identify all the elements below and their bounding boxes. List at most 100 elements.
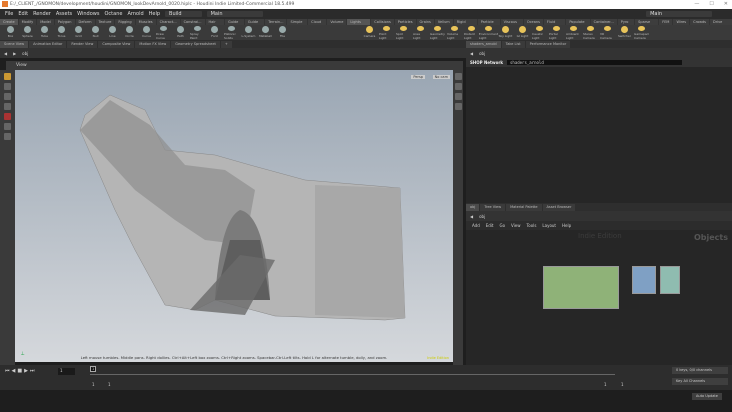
select-tool-icon[interactable] — [4, 73, 11, 80]
shelf-tool[interactable]: Distant Light — [464, 25, 479, 40]
tab-composite-view[interactable]: Composite View — [98, 40, 135, 48]
menu-assets[interactable]: Assets — [56, 11, 72, 17]
menu-file[interactable]: File — [5, 11, 13, 17]
move-tool-icon[interactable] — [4, 83, 11, 90]
path-obj[interactable]: obj — [479, 51, 485, 56]
tab-asset-browser[interactable]: Asset Browser — [542, 203, 576, 211]
menu-arnold[interactable]: Arnold — [127, 11, 143, 17]
shelf-tool[interactable]: Ambient Light — [566, 25, 581, 40]
menu-render[interactable]: Render — [33, 11, 51, 17]
timeline-bar[interactable] — [90, 374, 615, 375]
desktop-dropdown[interactable]: Build — [165, 11, 202, 17]
shelf-tool[interactable]: File — [275, 25, 290, 40]
tab-geometry-spreadsheet[interactable]: Geometry Spreadsheet — [171, 40, 220, 48]
main-dropdown[interactable]: Main — [646, 11, 712, 17]
network-box-green[interactable] — [543, 266, 619, 309]
frame-marker[interactable]: 1 — [90, 366, 97, 372]
key-all-channels-button[interactable]: Key All Channels — [672, 378, 728, 385]
shelf-tool[interactable]: Metaball — [258, 25, 273, 40]
persp-menu[interactable]: Persp — [411, 75, 425, 79]
handle-tool-icon[interactable] — [4, 113, 11, 120]
shelf-tool[interactable]: Circle — [122, 25, 137, 40]
end-frame-2[interactable]: 1 — [621, 382, 624, 387]
tab-motion-fx-view[interactable]: Motion FX View — [135, 40, 171, 48]
menu-windows[interactable]: Windows — [77, 11, 99, 17]
shelf-tool[interactable]: Environment Light — [479, 25, 498, 40]
end-frame[interactable]: 1 — [604, 382, 607, 387]
view-label[interactable]: View — [16, 63, 27, 68]
view-tool-icon[interactable] — [4, 133, 11, 140]
scale-tool-icon[interactable] — [4, 103, 11, 110]
shelf-tool[interactable]: Volume Light — [447, 25, 462, 40]
shelf-tool[interactable]: Sky Light — [498, 25, 513, 40]
tab-obj[interactable]: obj — [466, 203, 480, 211]
network-box-blue[interactable] — [632, 266, 656, 294]
path-obj[interactable]: obj — [22, 51, 28, 56]
shelf-tool[interactable]: Box — [3, 25, 18, 40]
camera-menu[interactable]: No cam — [432, 75, 450, 79]
back-icon[interactable]: ◀ — [4, 51, 7, 56]
net-menu-tools[interactable]: Tools — [527, 223, 537, 228]
back-icon[interactable]: ◀ — [470, 214, 473, 219]
menu-octane[interactable]: Octane — [104, 11, 122, 17]
reverse-play-icon[interactable]: ◀ — [12, 368, 16, 374]
net-menu-go[interactable]: Go — [500, 223, 506, 228]
shelf-tool[interactable]: Torus — [54, 25, 69, 40]
shelf-tool[interactable]: Switcher — [617, 25, 632, 40]
menu-edit[interactable]: Edit — [18, 11, 28, 17]
net-menu-layout[interactable]: Layout — [542, 223, 556, 228]
maximize-icon[interactable]: ☐ — [709, 0, 713, 9]
shading-icon[interactable] — [454, 103, 462, 110]
ghost-icon[interactable] — [454, 83, 462, 90]
net-menu-help[interactable]: Help — [562, 223, 571, 228]
tab-take-list[interactable]: Take List — [501, 40, 525, 48]
menu-help[interactable]: Help — [149, 11, 160, 17]
keys-channels-dropdown[interactable]: 0 keys, 0/0 channels — [672, 367, 728, 374]
shelf-tool[interactable]: Path — [173, 25, 188, 40]
play-icon[interactable]: ▶ — [24, 368, 28, 374]
shelf-tool[interactable]: Camera — [362, 25, 377, 40]
shelf-tool[interactable]: Geometry Light — [430, 25, 445, 40]
network-box-teal[interactable] — [660, 266, 680, 294]
close-icon[interactable]: ✕ — [724, 0, 728, 9]
shelf-tool[interactable]: Line — [105, 25, 120, 40]
shelf-tool[interactable]: Font — [207, 25, 222, 40]
net-menu-add[interactable]: Add — [472, 223, 480, 228]
tab-tree-view[interactable]: Tree View — [480, 203, 506, 211]
stop-icon[interactable]: ■ — [17, 368, 22, 374]
tab-performance-monitor[interactable]: Performance Monitor — [525, 40, 571, 48]
start-frame-2[interactable]: 1 — [108, 382, 111, 387]
shelf-tool[interactable]: Spot Light — [396, 25, 411, 40]
shelf-tool[interactable]: Stereo Camera — [583, 25, 598, 40]
shelf-tool[interactable]: Sphere — [20, 25, 35, 40]
shelf-tool[interactable]: Area Light — [413, 25, 428, 40]
tab-material-palette[interactable]: Material Palette — [506, 203, 542, 211]
minimize-icon[interactable]: — — [694, 0, 699, 9]
tab-shaders-arnold[interactable]: shaders_arnold — [466, 40, 501, 48]
display-option-icon[interactable] — [454, 73, 462, 80]
net-menu-view[interactable]: View — [511, 223, 521, 228]
shelf-tool[interactable]: Grid — [71, 25, 86, 40]
tab-animation-editor[interactable]: Animation Editor — [29, 40, 67, 48]
first-frame-icon[interactable]: ⏮ — [5, 368, 10, 374]
auto-update-button[interactable]: Auto Update — [692, 393, 722, 400]
shelf-tool[interactable]: GI Light — [515, 25, 530, 40]
rotate-tool-icon[interactable] — [4, 93, 11, 100]
shelf-tool[interactable]: Curve — [139, 25, 154, 40]
node-name-field[interactable]: shaders_arnold — [507, 60, 683, 65]
shelf-tool[interactable]: Tube — [37, 25, 52, 40]
scene-viewport[interactable]: Persp No cam ⟂ Left mouse tumbles. Middl… — [15, 70, 453, 362]
shelf-tool[interactable]: Caustic Light — [532, 25, 547, 40]
wireframe-icon[interactable] — [454, 93, 462, 100]
add-tab-button[interactable]: + — [220, 40, 232, 48]
net-menu-edit[interactable]: Edit — [486, 223, 494, 228]
forward-icon[interactable]: ▶ — [13, 51, 16, 56]
network-editor[interactable]: Indie Edition Objects — [466, 230, 732, 360]
shelf-tool[interactable]: Null — [88, 25, 103, 40]
tab-scene-view[interactable]: Scene View — [0, 40, 29, 48]
shelf-tool[interactable]: L-System — [241, 25, 256, 40]
start-frame[interactable]: 1 — [92, 382, 95, 387]
path-obj[interactable]: obj — [479, 214, 485, 219]
pose-tool-icon[interactable] — [4, 123, 11, 130]
shelf-tool[interactable]: Gamepad Camera — [634, 25, 649, 40]
